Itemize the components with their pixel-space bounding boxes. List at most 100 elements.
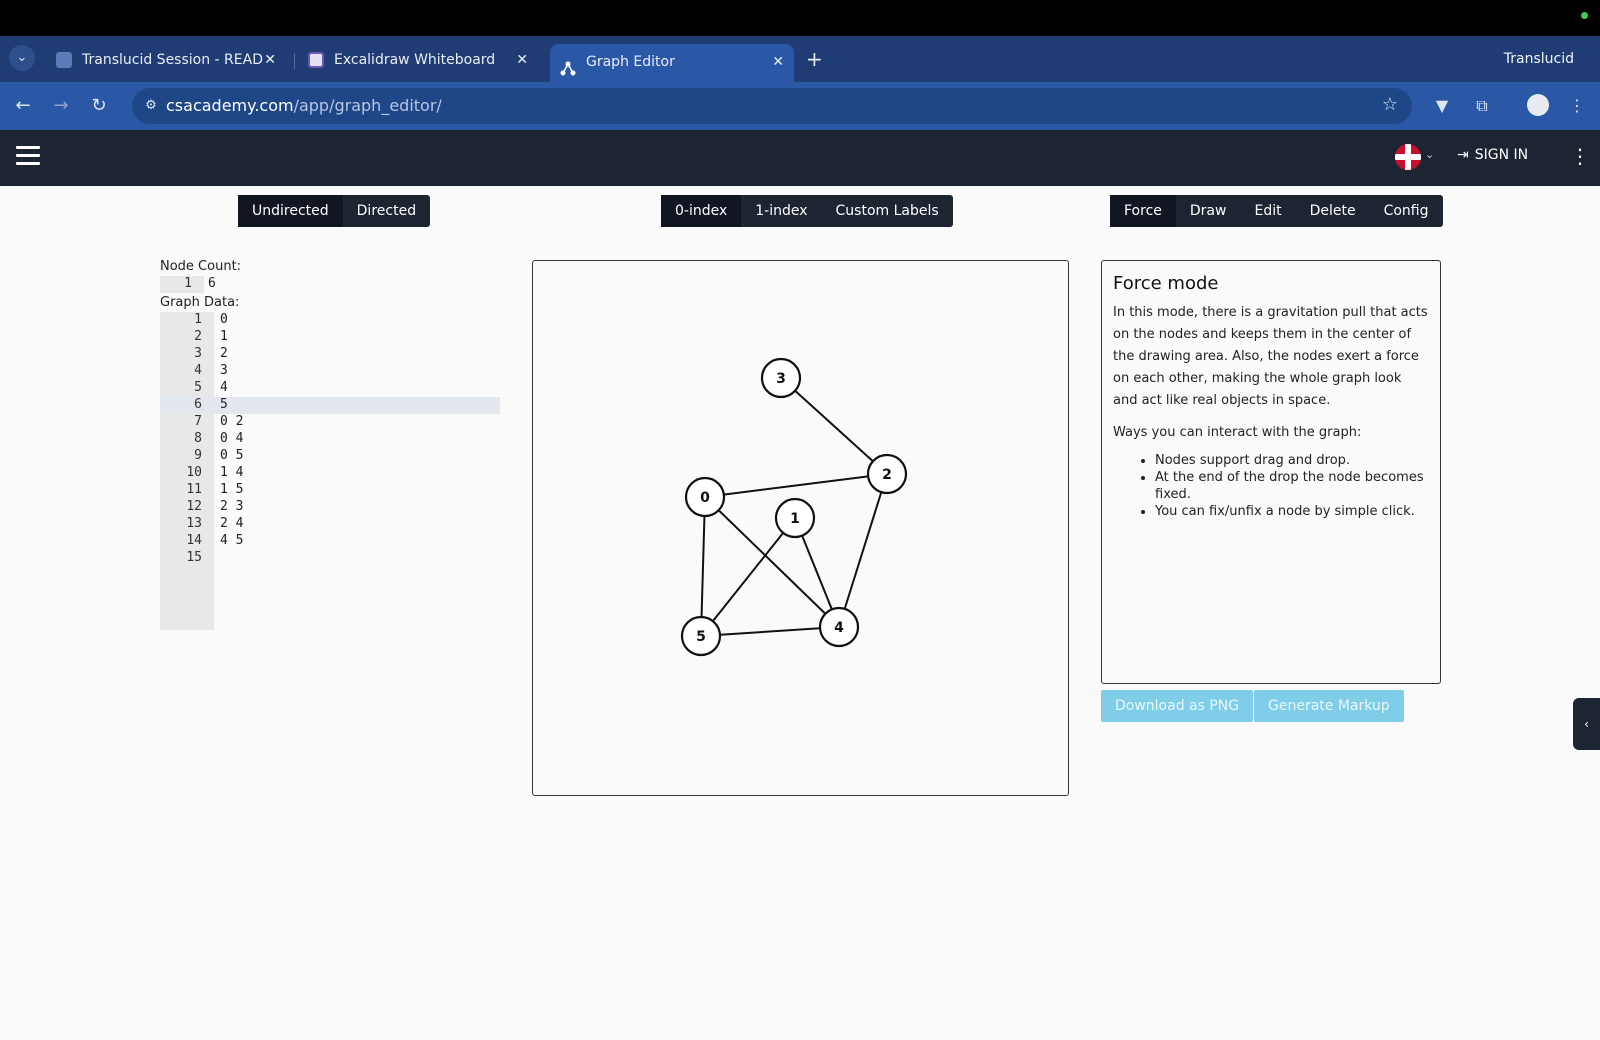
graph-icon [560, 54, 576, 76]
site-settings-icon[interactable]: ⚙ [142, 97, 160, 115]
more-options-icon[interactable]: ⋮ [1570, 144, 1590, 168]
mode-info-title: Force mode [1113, 273, 1219, 294]
editor-line: 21 [160, 329, 500, 346]
tab-separator [294, 53, 295, 69]
draw-mode-button[interactable]: Draw [1176, 195, 1241, 227]
config-mode-button[interactable]: Config [1370, 195, 1443, 227]
indexing-toggle: 0-index 1-index Custom Labels [661, 195, 953, 227]
sign-in-label: SIGN IN [1474, 147, 1529, 163]
side-panel-toggle[interactable]: ‹ [1573, 698, 1600, 750]
graph-node-label: 1 [790, 511, 800, 527]
extension-shield-icon[interactable]: ▼ [1430, 94, 1454, 118]
browser-tab-strip: ⌄ Translucid Session - READ ✕ Excalidraw… [0, 36, 1600, 82]
line-code: 3 [220, 363, 228, 378]
list-item: You can fix/unfix a node by simple click… [1155, 503, 1429, 520]
tab-title: Excalidraw Whiteboard [334, 52, 496, 68]
language-flag-icon[interactable] [1395, 144, 1421, 170]
line-code: 0 5 [220, 448, 244, 463]
line-code: 2 3 [220, 499, 244, 514]
tab-translucid-session[interactable]: Translucid Session - READ ✕ [46, 42, 286, 78]
line-number: 15 [186, 550, 202, 565]
reload-icon[interactable]: ↻ [87, 94, 111, 118]
hamburger-menu-icon[interactable] [16, 146, 40, 166]
undirected-button[interactable]: Undirected [238, 195, 343, 227]
url-host: csacademy.com [166, 96, 294, 115]
graph-node[interactable]: 0 [684, 476, 726, 518]
graph-node[interactable]: 5 [680, 615, 722, 657]
chevron-down-icon[interactable]: ⌄ [1425, 148, 1434, 161]
line-number: 1 [184, 276, 192, 291]
line-code: 5 [220, 397, 228, 412]
chevron-left-icon: ‹ [1584, 717, 1589, 731]
graph-canvas[interactable]: 0 1 2 3 4 5 [532, 260, 1069, 796]
editor-line: 8 0 4 [160, 431, 500, 448]
url-bar[interactable]: ⚙ csacademy.com/app/graph_editor/ ☆ [132, 88, 1412, 124]
profile-avatar[interactable] [1527, 94, 1549, 116]
line-code: 0 4 [220, 431, 244, 446]
download-png-button[interactable]: Download as PNG [1101, 690, 1254, 722]
forward-arrow-icon[interactable]: → [49, 94, 73, 118]
directed-button[interactable]: Directed [343, 195, 430, 227]
list-item: Nodes support drag and drop. [1155, 452, 1429, 469]
graph-node-label: 2 [882, 467, 892, 483]
graph-node[interactable]: 4 [818, 606, 860, 648]
back-arrow-icon[interactable]: ← [11, 94, 35, 118]
graph-edge [700, 626, 840, 637]
direction-toggle: Undirected Directed [238, 195, 431, 227]
tab-excalidraw[interactable]: Excalidraw Whiteboard ✕ [298, 42, 538, 78]
url-text[interactable]: csacademy.com/app/graph_editor/ [166, 96, 442, 115]
graph-node-label: 3 [776, 371, 786, 387]
mode-toggle: Force Draw Edit Delete Config [1110, 195, 1443, 227]
line-code: 1 5 [220, 482, 244, 497]
browser-menu-icon[interactable]: ⋮ [1565, 94, 1589, 118]
graph-edge [780, 377, 888, 475]
bookmark-star-icon[interactable]: ☆ [1382, 94, 1398, 115]
tab-graph-editor[interactable]: Graph Editor ✕ [550, 44, 794, 82]
mode-info-panel: Force mode In this mode, there is a grav… [1101, 260, 1441, 684]
node-count-label: Node Count: [160, 259, 242, 274]
editor-line: 1 6 [160, 276, 500, 293]
line-number: 3 [194, 346, 202, 361]
delete-mode-button[interactable]: Delete [1296, 195, 1370, 227]
tab-list-button[interactable]: ⌄ [9, 45, 35, 71]
graph-node-label: 4 [834, 620, 844, 636]
generate-markup-button[interactable]: Generate Markup [1254, 690, 1404, 722]
line-number: 14 [186, 533, 202, 548]
sign-in-button[interactable]: ⇥ SIGN IN [1457, 147, 1528, 163]
graph-node-label: 0 [700, 490, 710, 506]
node-count-editor[interactable]: 1 6 [160, 276, 500, 293]
close-icon[interactable]: ✕ [772, 44, 784, 80]
line-number: 13 [186, 516, 202, 531]
extensions-puzzle-icon[interactable]: ⧉ [1470, 94, 1494, 118]
interaction-heading: Ways you can interact with the graph: [1113, 425, 1362, 440]
graph-edge [704, 496, 840, 628]
line-code: 4 [220, 380, 228, 395]
close-icon[interactable]: ✕ [264, 42, 276, 78]
graph-node[interactable]: 1 [774, 497, 816, 539]
close-icon[interactable]: ✕ [516, 42, 528, 78]
line-code: 0 [220, 312, 228, 327]
line-number: 7 [194, 414, 202, 429]
line-code: 1 4 [220, 465, 244, 480]
force-mode-button[interactable]: Force [1110, 195, 1176, 227]
line-number: 12 [186, 499, 202, 514]
graph-drawing[interactable]: 0 1 2 3 4 5 [533, 261, 1067, 794]
new-tab-button[interactable]: + [806, 46, 823, 72]
editor-line: 65 [160, 397, 500, 414]
editor-line: 9 0 5 [160, 448, 500, 465]
graph-editor-page: Undirected Directed 0-index 1-index Cust… [0, 186, 1600, 1040]
graph-edge [704, 473, 888, 498]
graph-data-label: Graph Data: [160, 295, 240, 310]
graph-node[interactable]: 2 [866, 453, 908, 495]
profile-name[interactable]: Translucid [1504, 51, 1574, 67]
graph-node[interactable]: 3 [760, 357, 802, 399]
one-index-button[interactable]: 1-index [741, 195, 821, 227]
editor-line: 10 [160, 312, 500, 329]
editor-line: 13 2 4 [160, 516, 500, 533]
graph-data-editor[interactable]: 10213243546570 280 490 5 10 1 4 11 1 5 12 2 31… [160, 312, 500, 630]
custom-labels-button[interactable]: Custom Labels [822, 195, 953, 227]
zero-index-button[interactable]: 0-index [661, 195, 742, 227]
line-number: 6 [194, 397, 202, 412]
interaction-list: Nodes support drag and drop. At the end … [1155, 452, 1429, 520]
edit-mode-button[interactable]: Edit [1240, 195, 1295, 227]
